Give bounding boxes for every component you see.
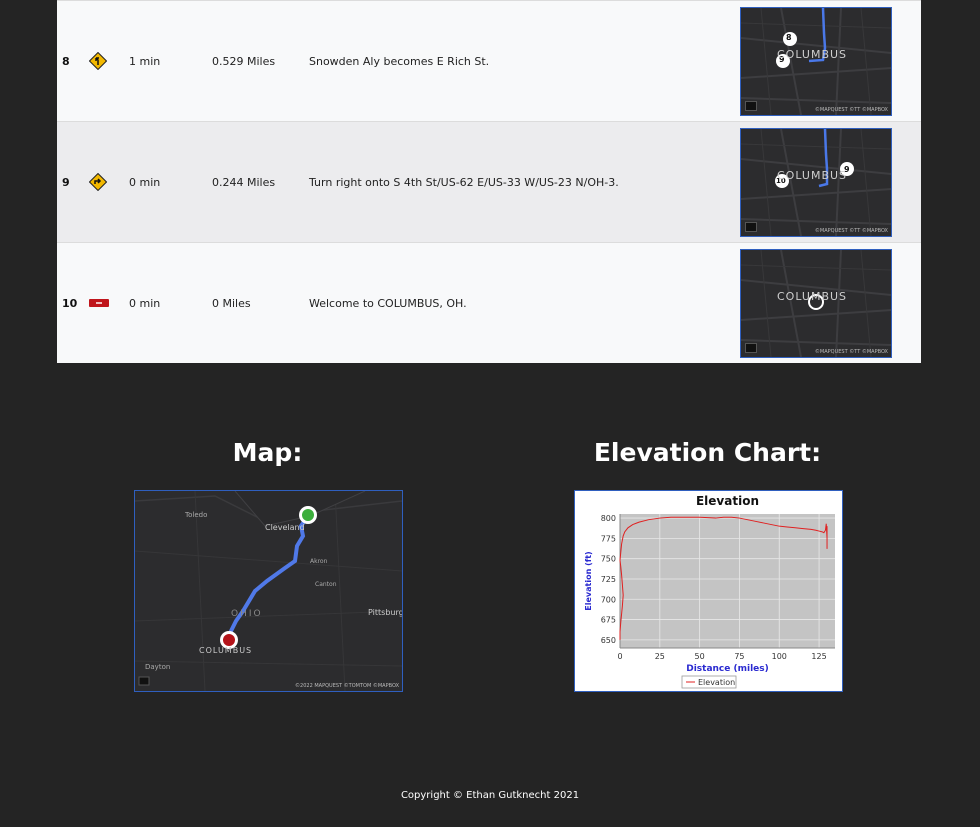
y-tick-label: 775 — [601, 534, 616, 543]
map-credit: ©MAPQUEST ©TT ©MAPBOX — [814, 349, 888, 355]
x-tick-label: 125 — [811, 652, 826, 661]
step-instruction: Welcome to COLUMBUS, OH. — [309, 296, 467, 310]
map-expand-button[interactable] — [745, 222, 757, 232]
map-credit: ©MAPQUEST ©TT ©MAPBOX — [814, 107, 888, 113]
x-tick-label: 100 — [772, 652, 787, 661]
y-tick-label: 750 — [601, 555, 616, 564]
step-time: 0 min — [129, 296, 161, 310]
step-time: 1 min — [129, 54, 161, 68]
step-number: 9 — [62, 175, 70, 189]
elevation-chart-svg: 0 25 50 75 100 125 650 675 700 725 750 775 800 Elevat… — [584, 494, 835, 689]
route-marker-label: 8 — [786, 33, 792, 42]
step-number: 8 — [62, 54, 70, 68]
step-time: 0 min — [129, 175, 161, 189]
x-tick-label: 75 — [734, 652, 744, 661]
step-instruction: Snowden Aly becomes E Rich St. — [309, 54, 490, 68]
map-label-columbus: COLUMBUS — [199, 646, 253, 655]
elevation-chart: 0 25 50 75 100 125 650 675 700 725 750 775 800 Elevat… — [574, 490, 843, 692]
step-distance: 0 Miles — [212, 296, 251, 310]
y-axis-label: Elevation (ft) — [584, 551, 593, 610]
turn-right-sign-icon — [89, 122, 107, 242]
map-label-cleveland: Cleveland — [265, 523, 305, 532]
map-city-label: COLUMBUS — [777, 169, 848, 182]
map-label-pittsburgh: Pittsburg — [368, 608, 403, 617]
y-tick-label: 700 — [601, 595, 616, 604]
step-distance: 0.244 Miles — [212, 175, 276, 189]
elevation-chart-heading: Elevation Chart: — [593, 438, 822, 467]
map-label-akron: Akron — [310, 558, 328, 565]
y-tick-label: 800 — [601, 514, 616, 523]
map-label-canton: Canton — [315, 581, 337, 588]
y-tick-label: 675 — [601, 616, 616, 625]
bear-left-sign-icon — [89, 1, 107, 121]
step-instruction: Turn right onto S 4th St/US-62 E/US-33 W… — [309, 175, 619, 189]
map-credit: ©2022 MAPQUEST ©TOMTOM ©MAPBOX — [295, 683, 399, 689]
direction-row-9: 9 0 min 0.244 Miles Turn right onto S 4t… — [57, 121, 921, 242]
step-map-thumbnail[interactable]: 10 9 COLUMBUS ©MAPQUEST ©TT ©MAPBOX — [740, 128, 892, 237]
destination-flag-icon — [89, 243, 109, 363]
chart-title: Elevation — [696, 494, 759, 508]
map-expand-button[interactable] — [745, 343, 757, 353]
footer-copyright: Copyright © Ethan Gutknecht 2021 — [400, 790, 580, 801]
map-label-dayton: Dayton — [145, 663, 171, 671]
legend-label: Elevation — [698, 678, 735, 687]
map-city-label: COLUMBUS — [777, 290, 848, 303]
map-expand-button[interactable] — [745, 101, 757, 111]
y-tick-label: 650 — [601, 636, 616, 645]
step-number: 10 — [62, 296, 78, 310]
map-city-label: COLUMBUS — [777, 48, 848, 61]
x-tick-label: 25 — [655, 652, 665, 661]
y-tick-label: 725 — [601, 575, 616, 584]
plot-area — [620, 514, 835, 648]
step-distance: 0.529 Miles — [212, 54, 276, 68]
x-tick-label: 50 — [695, 652, 705, 661]
map-label-toledo: Toledo — [185, 511, 208, 519]
direction-row-10: 10 0 min 0 Miles Welcome to COLUMBUS, OH… — [57, 242, 921, 363]
x-tick-label: 0 — [617, 652, 622, 661]
direction-row-8: 8 1 min 0.529 Miles Snowden Aly becomes … — [57, 0, 921, 121]
map-label-ohio: OHIO — [231, 609, 263, 619]
x-axis-label: Distance (miles) — [686, 664, 769, 674]
route-overview-map[interactable]: Toledo Cleveland Akron Canton OHIO Pitts… — [134, 490, 403, 692]
map-credit: ©MAPQUEST ©TT ©MAPBOX — [814, 228, 888, 234]
step-map-thumbnail[interactable]: COLUMBUS ©MAPQUEST ©TT ©MAPBOX — [740, 249, 892, 358]
map-heading: Map: — [232, 438, 303, 467]
step-map-thumbnail[interactable]: 8 9 COLUMBUS ©MAPQUEST ©TT ©MAPBOX — [740, 7, 892, 116]
directions-table: 8 1 min 0.529 Miles Snowden Aly becomes … — [57, 0, 921, 363]
